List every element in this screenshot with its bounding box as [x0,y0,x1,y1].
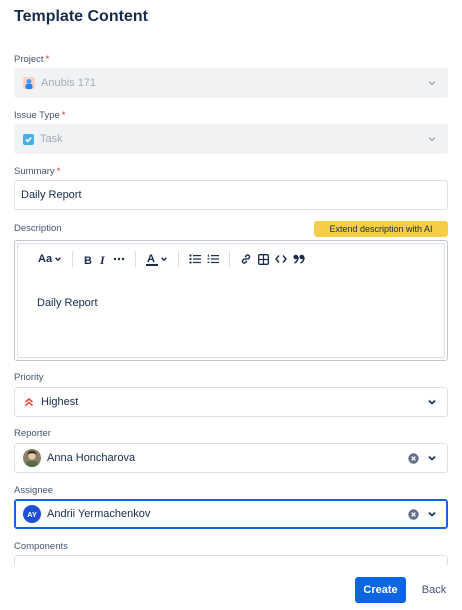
bold-button[interactable]: B [80,250,96,268]
page-title: Template Content [14,8,148,25]
project-label: Project * [14,54,50,65]
italic-button[interactable]: I [96,250,110,268]
summary-value: Daily Report [21,189,82,201]
clear-icon[interactable] [408,453,419,464]
priority-value: Highest [41,396,79,408]
extend-description-ai-button[interactable]: Extend description with AI [314,221,448,237]
toolbar-divider [178,251,180,267]
italic-icon: I [99,254,106,265]
svg-text:B: B [84,255,92,265]
chevron-down-icon [55,257,61,262]
assignee-select[interactable]: AY Andrii Yermachenkov [14,499,448,529]
toolbar-divider [229,251,231,267]
description-label: Description [14,223,62,234]
toolbar-divider [135,251,137,267]
issue-type-value: Task [40,133,63,145]
create-button[interactable]: Create [355,577,406,603]
bullet-list-button[interactable] [186,250,204,268]
bullet-list-icon [189,254,202,264]
reporter-value: Anna Honcharova [47,452,136,464]
issue-type-select[interactable]: Task [14,124,448,154]
toolbar-divider [72,251,74,267]
chevron-down-icon [161,257,167,262]
project-icon [23,77,35,89]
priority-select[interactable]: Highest [14,387,448,417]
text-color-button[interactable]: A [143,250,171,268]
editor-toolbar: Aa B I A [35,250,308,268]
text-color-icon: A [146,253,159,266]
svg-text:I: I [99,254,106,265]
reporter-avatar [23,449,41,467]
code-icon [275,255,287,263]
chevron-down-icon [428,511,436,517]
chevron-down-icon [428,80,436,86]
priority-highest-icon [25,398,33,407]
table-icon [258,253,270,265]
project-value: Anubis 171 [41,77,97,89]
components-select[interactable] [14,555,448,565]
summary-input[interactable]: Daily Report [14,180,448,210]
description-editor[interactable]: Aa B I A Daily Report [14,240,448,361]
components-label: Components [14,541,68,552]
chevron-down-icon [428,399,436,405]
numbered-list-button[interactable] [204,250,222,268]
assignee-value: Andrii Yermachenkov [47,508,151,520]
more-formatting-button[interactable] [110,250,128,268]
description-text[interactable]: Daily Report [37,297,98,309]
chevron-down-icon [428,136,436,142]
issue-type-label: Issue Type * [14,110,66,121]
numbered-list-icon [207,254,220,264]
text-style-button[interactable]: Aa [35,250,65,268]
code-button[interactable] [272,250,290,268]
clear-icon[interactable] [408,509,419,520]
back-button[interactable]: Back [414,577,454,603]
priority-label: Priority [14,372,44,383]
assignee-label: Assignee [14,485,54,496]
chevron-down-icon [428,455,436,461]
reporter-select[interactable]: Anna Honcharova [14,443,448,473]
text-style-label: Aa [38,253,53,265]
link-icon [241,254,251,264]
project-select[interactable]: Anubis 171 [14,68,448,98]
reporter-label: Reporter [14,428,51,439]
assignee-avatar: AY [23,505,41,523]
bold-icon: B [84,255,92,265]
quote-icon [293,254,305,264]
task-icon [23,133,34,145]
quote-button[interactable] [290,250,308,268]
link-button[interactable] [237,250,255,268]
summary-label: Summary * [14,166,61,177]
table-button[interactable] [255,250,272,268]
more-icon [113,257,125,261]
svg-text:A: A [147,253,155,265]
